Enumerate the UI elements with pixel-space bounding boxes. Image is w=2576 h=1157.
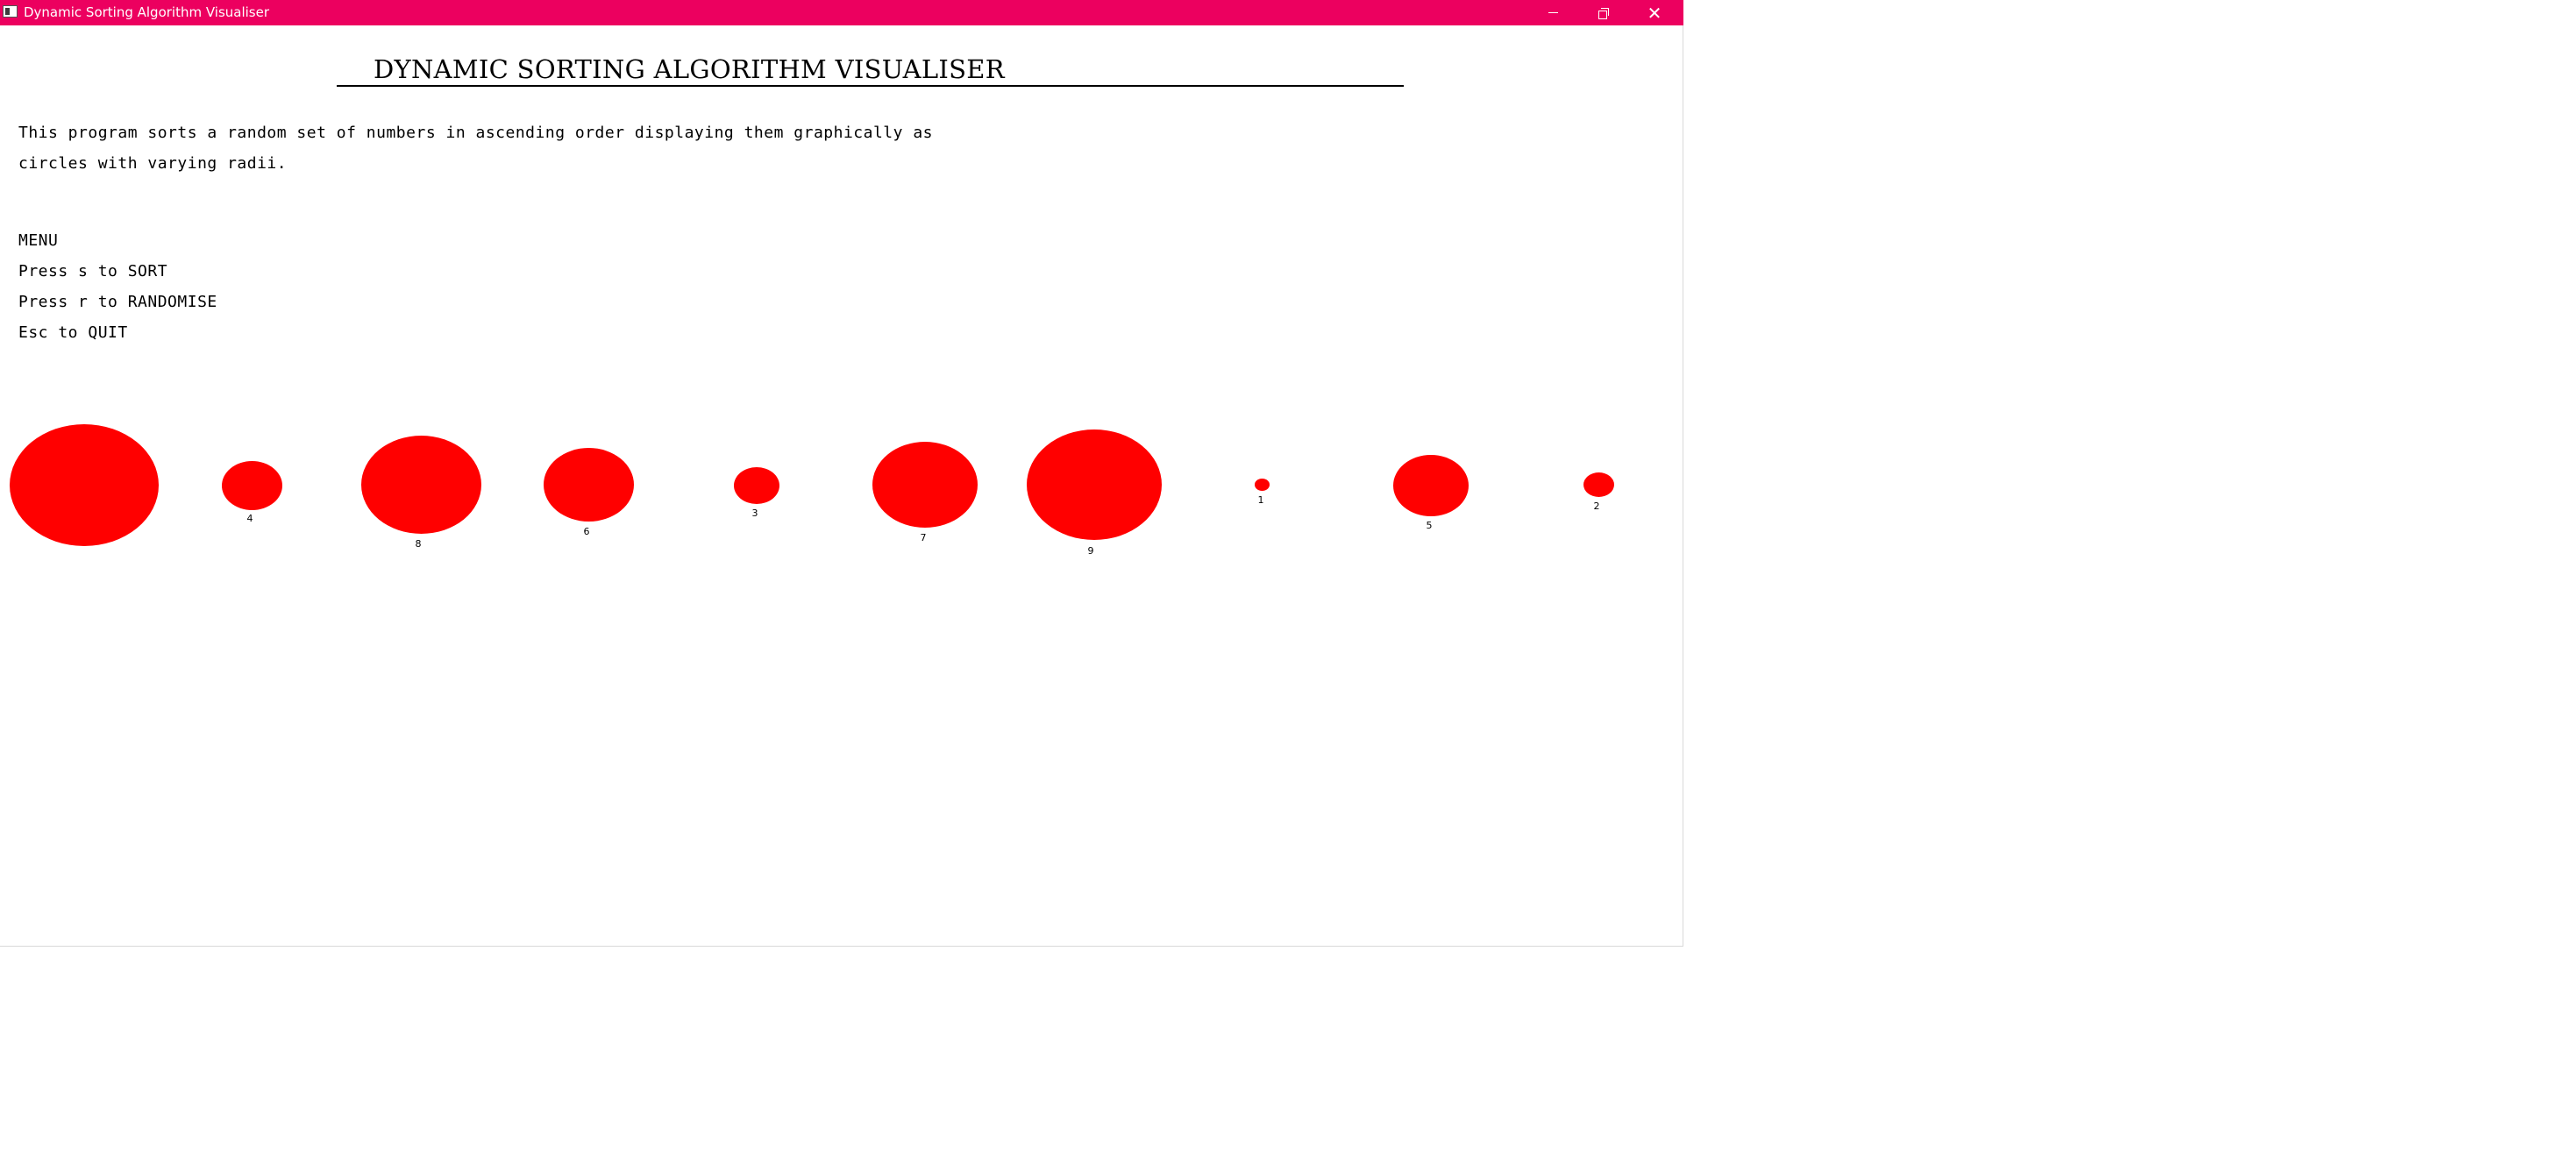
- circle-label: 5: [1426, 520, 1433, 531]
- value-circle: [222, 461, 282, 510]
- circle-label: 1: [1257, 494, 1264, 506]
- value-circle: [10, 424, 159, 546]
- page-title: DYNAMIC SORTING ALGORITHM VISUALISER: [374, 54, 1005, 84]
- visualiser-canvas[interactable]: DYNAMIC SORTING ALGORITHM VISUALISER Thi…: [0, 25, 1683, 946]
- circle-label: 2: [1593, 500, 1600, 512]
- title-bar[interactable]: Dynamic Sorting Algorithm Visualiser ✕: [0, 0, 1683, 25]
- value-circle: [872, 442, 978, 528]
- value-circle: [1583, 472, 1614, 497]
- app-window-icon[interactable]: [3, 5, 18, 18]
- value-circle: [544, 448, 634, 522]
- minimize-icon: [1548, 12, 1558, 13]
- menu-item-randomise: Press r to RANDOMISE: [18, 293, 217, 311]
- value-circle: [361, 436, 481, 534]
- menu-title: MENU: [18, 231, 59, 250]
- value-circle: [1027, 429, 1162, 540]
- window-title: Dynamic Sorting Algorithm Visualiser: [24, 4, 270, 20]
- restore-icon: [1598, 7, 1609, 19]
- circle-label: 4: [246, 513, 253, 524]
- menu-item-quit: Esc to QUIT: [18, 323, 128, 342]
- circle-label: 6: [583, 526, 590, 537]
- circle-label: 8: [415, 538, 422, 550]
- value-circle: [1393, 455, 1469, 516]
- circle-label: 7: [920, 532, 927, 543]
- close-button[interactable]: ✕: [1629, 0, 1680, 25]
- minimize-button[interactable]: [1527, 0, 1578, 25]
- title-underline: [337, 85, 1404, 87]
- circle-label: 3: [751, 508, 758, 519]
- restore-button[interactable]: [1578, 0, 1629, 25]
- description-line-2: circles with varying radii.: [18, 154, 288, 173]
- close-icon: ✕: [1647, 2, 1662, 24]
- value-circle: [734, 467, 779, 504]
- app-window: Dynamic Sorting Algorithm Visualiser ✕ D…: [0, 0, 1683, 947]
- value-circle: [1255, 479, 1270, 491]
- circle-label: 9: [1087, 545, 1094, 557]
- menu-item-sort: Press s to SORT: [18, 262, 168, 280]
- description-line-1: This program sorts a random set of numbe…: [18, 124, 933, 142]
